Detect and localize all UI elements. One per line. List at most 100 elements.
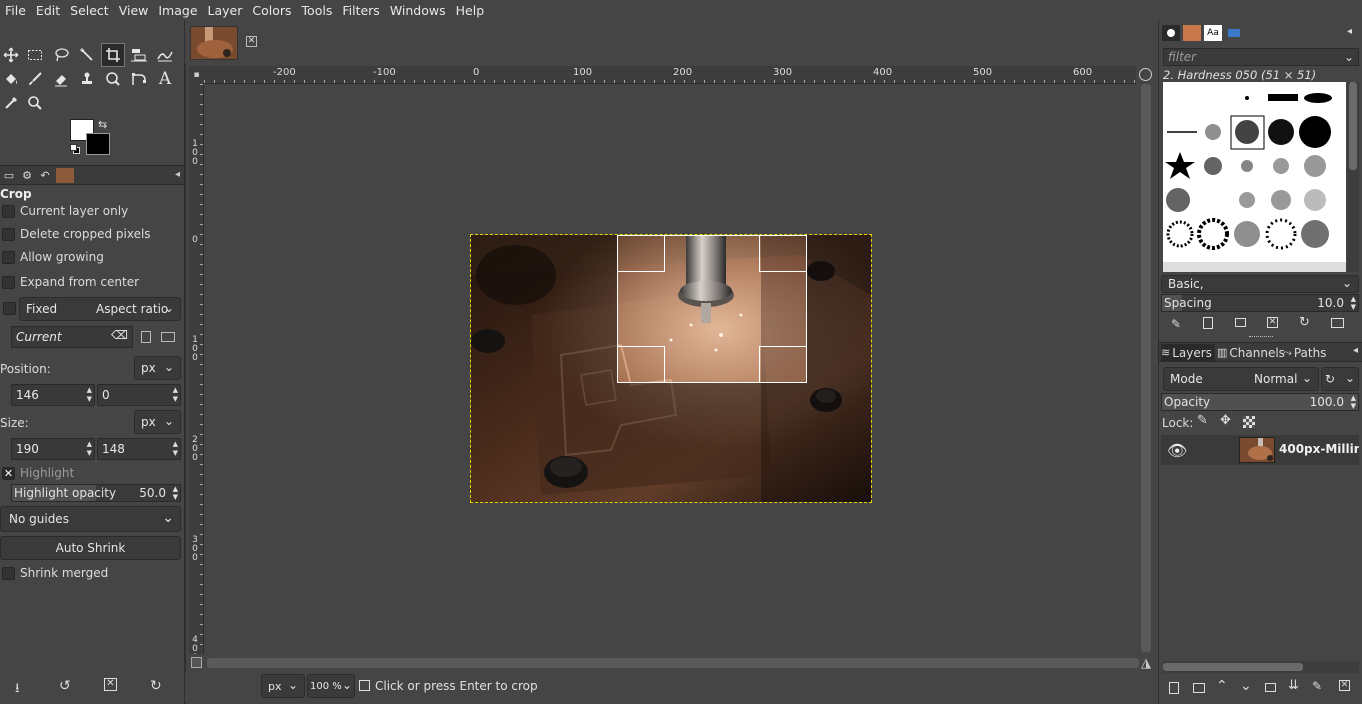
new-brush-icon[interactable] xyxy=(1203,317,1213,329)
clone-stamp-icon[interactable] xyxy=(76,68,98,90)
tab-paths[interactable]: ⤳ Paths xyxy=(1283,344,1333,361)
ruler-corner-icon[interactable]: ▪ xyxy=(189,66,204,84)
guides-combo[interactable]: No guides ⌄ xyxy=(0,506,181,532)
move-tool-icon[interactable] xyxy=(0,44,22,66)
size-width-input[interactable]: 190 ▲ ▼ xyxy=(11,438,95,460)
highlight-option[interactable]: ✕ Highlight xyxy=(2,466,74,480)
menu-filters[interactable]: Filters xyxy=(337,3,384,18)
delete-cropped-pixels-checkbox[interactable] xyxy=(2,227,15,241)
spin-arrows-icon[interactable]: ▲ ▼ xyxy=(173,485,178,501)
aspect-current-input[interactable]: Current ⌫ xyxy=(11,326,133,348)
spin-arrows-icon[interactable]: ▲ ▼ xyxy=(1351,394,1356,410)
position-y-input[interactable]: 0 ▲ ▼ xyxy=(97,384,181,406)
duplicate-brush-icon[interactable] xyxy=(1235,318,1246,327)
tab-layers[interactable]: ≋ Layers xyxy=(1161,344,1215,361)
dock-menu-icon[interactable]: ◂ xyxy=(1353,345,1358,356)
dock-menu-icon[interactable]: ◂ xyxy=(1347,26,1352,37)
quick-mask-icon[interactable] xyxy=(191,657,202,668)
align-icon[interactable] xyxy=(128,44,150,66)
fixed-combo[interactable]: Fixed Aspect ratio ⌄ xyxy=(19,297,181,321)
visibility-eye-icon[interactable]: 👁 xyxy=(1167,441,1187,460)
patterns-tab-icon[interactable] xyxy=(1183,25,1201,41)
highlight-opacity-slider[interactable]: Highlight opacity 50.0 ▲ ▼ xyxy=(11,484,181,502)
position-x-input[interactable]: 146 ▲ ▼ xyxy=(11,384,95,406)
menu-help[interactable]: Help xyxy=(451,3,490,18)
menu-windows[interactable]: Windows xyxy=(385,3,451,18)
crop-icon[interactable] xyxy=(101,43,125,67)
allow-growing-option[interactable]: Allow growing xyxy=(2,250,104,264)
clear-icon[interactable]: ⌫ xyxy=(111,328,128,342)
auto-shrink-button[interactable]: Auto Shrink xyxy=(0,536,181,560)
crop-handle-top-right[interactable] xyxy=(759,235,807,272)
save-options-icon[interactable]: ⭳ xyxy=(15,679,20,701)
expand-from-center-option[interactable]: Expand from center xyxy=(2,275,139,289)
delete-brush-icon[interactable]: ✕ xyxy=(1267,317,1278,328)
layer-mode-combo[interactable]: Mode Normal ⌄ xyxy=(1163,367,1319,391)
unit-combo[interactable]: px ⌄ xyxy=(261,674,305,698)
shrink-merged-checkbox[interactable] xyxy=(2,566,15,580)
lock-position-icon[interactable]: ✥ xyxy=(1220,413,1231,428)
dock-drag-handle[interactable] xyxy=(1249,336,1273,339)
fonts-tab-icon[interactable]: Aa xyxy=(1204,25,1222,41)
portrait-icon[interactable] xyxy=(141,331,151,343)
allow-growing-checkbox[interactable] xyxy=(2,250,15,264)
bucket-fill-icon[interactable] xyxy=(0,68,22,90)
size-unit-combo[interactable]: px ⌄ xyxy=(134,410,181,434)
fuzzy-select-icon[interactable] xyxy=(76,44,98,66)
refresh-brushes-icon[interactable]: ↻ xyxy=(1299,315,1310,330)
horizontal-scrollbar[interactable] xyxy=(207,656,1139,670)
brushes-tab-icon[interactable] xyxy=(1162,25,1180,41)
reset-options-icon[interactable]: ↻ xyxy=(150,678,162,694)
merge-layer-icon[interactable]: ⇊ xyxy=(1288,678,1299,693)
composite-mode-combo[interactable]: ↻ ⌄ xyxy=(1321,367,1359,391)
zoom-icon[interactable] xyxy=(24,92,46,114)
eraser-icon[interactable] xyxy=(50,68,72,90)
size-height-input[interactable]: 148 ▲ ▼ xyxy=(97,438,181,460)
warp-transform-icon[interactable] xyxy=(154,44,176,66)
delete-cropped-pixels-option[interactable]: Delete cropped pixels xyxy=(2,227,151,241)
menu-colors[interactable]: Colors xyxy=(247,3,296,18)
menu-edit[interactable]: Edit xyxy=(31,3,65,18)
smudge-icon[interactable] xyxy=(102,68,124,90)
spin-arrows-icon[interactable]: ▲ ▼ xyxy=(87,386,92,404)
close-tab-icon[interactable]: ✕ xyxy=(246,36,257,47)
brush-set-combo[interactable]: Basic, ⌄ xyxy=(1161,275,1359,293)
current-layer-only-checkbox[interactable] xyxy=(2,204,15,218)
brush-scroll-thumb[interactable] xyxy=(1349,82,1357,170)
layers-horizontal-scrollbar[interactable] xyxy=(1163,661,1359,673)
brush-scrollbar[interactable] xyxy=(1347,82,1359,272)
background-color-swatch[interactable] xyxy=(86,133,110,155)
layer-row[interactable]: 👁 400px-Milling_ xyxy=(1161,435,1359,465)
expand-from-center-checkbox[interactable] xyxy=(2,275,15,289)
spin-arrows-icon[interactable]: ▲ ▼ xyxy=(1351,295,1356,311)
spin-arrows-icon[interactable]: ▲ ▼ xyxy=(173,386,178,404)
position-unit-combo[interactable]: px ⌄ xyxy=(134,356,181,380)
new-layer-icon[interactable] xyxy=(1169,682,1179,694)
delete-options-icon[interactable]: ✕ xyxy=(104,678,117,691)
text-icon[interactable]: A xyxy=(154,68,176,90)
images-tab-icon[interactable] xyxy=(56,168,74,183)
crop-handle-top-left[interactable] xyxy=(617,235,665,272)
menu-tools[interactable]: Tools xyxy=(297,3,338,18)
lock-pixels-icon[interactable]: ✎ xyxy=(1197,413,1208,428)
brush-filter-input[interactable]: filter ⌄ xyxy=(1163,48,1359,66)
spacing-slider[interactable]: Spacing 10.0 ▲ ▼ xyxy=(1161,294,1359,312)
zoom-image-icon[interactable]: ◮ xyxy=(1141,656,1151,671)
spin-arrows-icon[interactable]: ▲ ▼ xyxy=(173,440,178,458)
fixed-checkbox[interactable] xyxy=(3,302,16,315)
layer-mask-icon[interactable]: ✎ xyxy=(1312,679,1322,693)
brush-grid[interactable] xyxy=(1163,82,1346,272)
paintbrush-icon[interactable] xyxy=(24,68,46,90)
menu-view[interactable]: View xyxy=(114,3,154,18)
highlight-checkbox[interactable]: ✕ xyxy=(2,466,15,480)
crop-handle-bottom-right[interactable] xyxy=(759,346,807,383)
layer-opacity-slider[interactable]: Opacity 100.0 ▲ ▼ xyxy=(1161,393,1359,411)
restore-options-icon[interactable]: ↺ xyxy=(59,678,71,694)
current-layer-only-option[interactable]: Current layer only xyxy=(2,204,128,218)
menu-select[interactable]: Select xyxy=(65,3,114,18)
shrink-merged-option[interactable]: Shrink merged xyxy=(2,566,108,580)
image-tab-thumbnail[interactable] xyxy=(190,26,238,60)
device-status-tab-icon[interactable]: ⚙ xyxy=(18,168,36,183)
vertical-scrollbar[interactable] xyxy=(1139,84,1153,656)
navigate-icon[interactable] xyxy=(1139,68,1152,81)
